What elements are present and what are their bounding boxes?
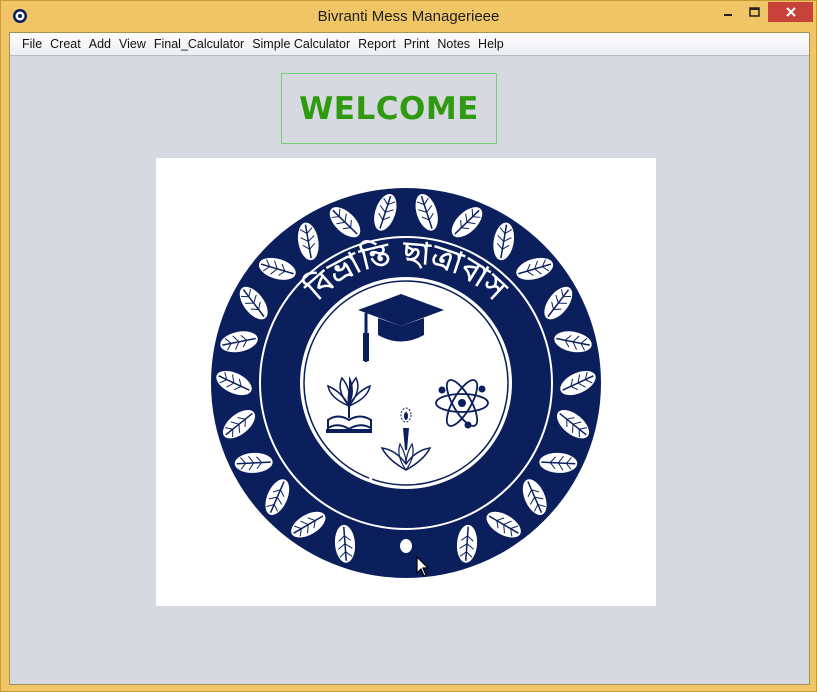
menu-report[interactable]: Report <box>354 33 400 55</box>
menu-add[interactable]: Add <box>85 33 115 55</box>
mouse-cursor-icon <box>416 556 430 577</box>
ribbon-knot-icon <box>398 537 414 555</box>
main-content: File Creat Add View Final_Calculator Sim… <box>9 32 810 685</box>
menu-help[interactable]: Help <box>474 33 508 55</box>
menu-view[interactable]: View <box>115 33 150 55</box>
minimize-icon <box>724 14 732 16</box>
close-button[interactable] <box>768 2 813 22</box>
maximize-button[interactable] <box>741 2 767 22</box>
maximize-icon <box>748 7 760 17</box>
menu-bar: File Creat Add View Final_Calculator Sim… <box>10 33 809 56</box>
hostel-emblem-logo: বিভ্রান্তি ছাত্রাবাস ২০০৯ <box>210 188 602 578</box>
minimize-button[interactable] <box>715 2 741 22</box>
menu-file[interactable]: File <box>18 33 46 55</box>
welcome-banner: WELCOME <box>281 73 497 144</box>
welcome-text: WELCOME <box>299 90 479 127</box>
title-bar[interactable]: Bivranti Mess Managerieee <box>1 1 816 32</box>
logo-panel: বিভ্রান্তি ছাত্রাবাস ২০০৯ <box>156 158 656 606</box>
menu-notes[interactable]: Notes <box>433 33 474 55</box>
close-icon <box>785 7 796 17</box>
app-window: Bivranti Mess Managerieee File Creat Add… <box>0 0 817 692</box>
window-title: Bivranti Mess Managerieee <box>317 8 500 25</box>
menu-creat[interactable]: Creat <box>46 33 85 55</box>
menu-simple-calculator[interactable]: Simple Calculator <box>248 33 354 55</box>
menu-final-calculator[interactable]: Final_Calculator <box>150 33 248 55</box>
menu-print[interactable]: Print <box>400 33 434 55</box>
